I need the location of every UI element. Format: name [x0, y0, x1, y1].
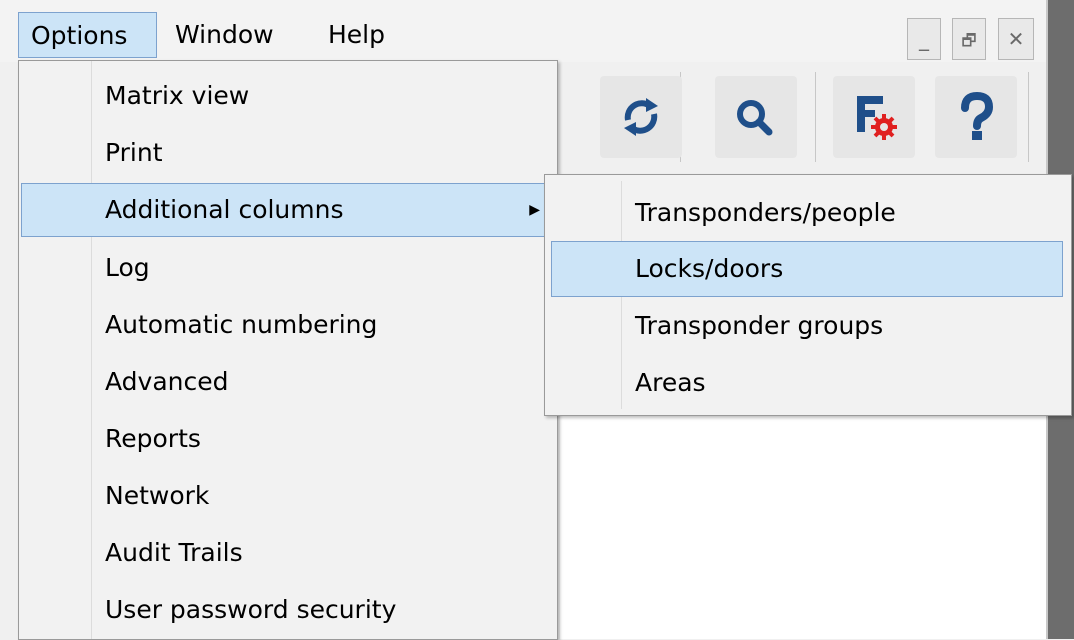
menu-help[interactable]: Help [316, 12, 406, 58]
restore-button[interactable]: 🗗 [952, 18, 986, 60]
menu-item-label: Additional columns [105, 195, 344, 224]
menu-item-additional-columns[interactable]: Additional columns ▶ [21, 183, 555, 237]
close-button[interactable]: ✕ [998, 18, 1034, 60]
submenu-item-locks-doors[interactable]: Locks/doors [551, 241, 1063, 297]
menu-item-automatic-numbering[interactable]: Automatic numbering [21, 298, 555, 352]
menu-window[interactable]: Window [163, 12, 301, 58]
menu-options[interactable]: Options [18, 12, 157, 58]
menu-item-audit-trails[interactable]: Audit Trails [21, 526, 555, 580]
search-button[interactable] [715, 76, 797, 158]
settings-f-button[interactable] [833, 76, 915, 158]
submenu-arrow-icon: ▶ [529, 202, 540, 218]
close-icon: ✕ [1007, 27, 1025, 51]
sync-icon [624, 98, 658, 136]
additional-columns-submenu: Transponders/people Locks/doors Transpon… [544, 174, 1072, 416]
restore-icon: 🗗 [961, 31, 977, 50]
settings-f-icon [857, 96, 897, 140]
help-button[interactable] [935, 76, 1017, 158]
submenu-item-transponders-people[interactable]: Transponders/people [551, 185, 1063, 241]
menu-item-user-password-security[interactable]: User password security [21, 583, 555, 637]
toolbar-separator [1028, 72, 1029, 162]
sync-button[interactable] [600, 76, 682, 158]
submenu-item-areas[interactable]: Areas [551, 355, 1063, 411]
menu-item-reports[interactable]: Reports [21, 412, 555, 466]
menu-item-print[interactable]: Print [21, 126, 555, 180]
submenu-item-transponder-groups[interactable]: Transponder groups [551, 298, 1063, 354]
menu-item-network[interactable]: Network [21, 469, 555, 523]
toolbar [540, 62, 1046, 175]
help-icon [961, 91, 994, 140]
toolbar-separator [815, 72, 816, 162]
search-icon [737, 100, 773, 136]
menu-item-advanced[interactable]: Advanced [21, 355, 555, 409]
minimize-icon: _ [919, 27, 929, 51]
menu-bar: Options Window Help _ 🗗 ✕ [0, 0, 1046, 62]
menu-item-matrix-view[interactable]: Matrix view [21, 69, 555, 123]
menu-item-log[interactable]: Log [21, 241, 555, 295]
options-dropdown-menu: Matrix view Print Additional columns ▶ L… [18, 60, 558, 640]
minimize-button[interactable]: _ [907, 18, 941, 60]
